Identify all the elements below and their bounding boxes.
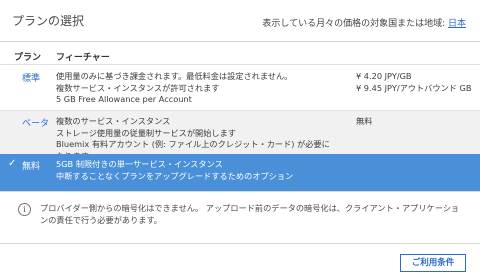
plan-name: 無料 [22,162,41,172]
page-title: プランの選択 [12,14,85,28]
price-item: ¥ 4.20 JPY/GB [356,71,412,81]
terms-button[interactable]: ご利用条件 [400,254,466,272]
plan-name: 標準 [22,74,41,84]
feature-item: 5GB 制限付きの単一サービス・インスタンス [56,159,223,169]
region-link[interactable]: 日本 [448,19,466,29]
panel-footer: ご利用条件 [0,243,480,274]
info-icon: i [18,203,31,216]
region-info: 表示している月々の価格の対象国または地域: 日本 [262,16,466,29]
plan-name: ベータ [22,119,50,129]
column-headers: プラン フィーチャー [0,42,480,66]
feature-item: 複数のサービス・インスタンス [56,116,171,126]
plan-prices: ¥ 4.20 JPY/GB ¥ 9.45 JPY/アウトバウンド GB [356,71,476,94]
panel-header: プランの選択 表示している月々の価格の対象国または地域: 日本 [0,0,480,42]
plan-selection-panel: プランの選択 表示している月々の価格の対象国または地域: 日本 プラン フィーチ… [0,0,480,274]
column-header-feature: フィーチャー [56,53,110,63]
price-item: ¥ 9.45 JPY/アウトバウンド GB [356,82,472,93]
price-item: 無料 [356,116,373,126]
plan-row-standard[interactable]: 標準 使用量のみに基づき課金されます。最低料金は設定されません。 複数サービス・… [0,64,480,110]
feature-item: 中断することなくプランをアップグレードするためのオプション [56,170,294,181]
plan-row-beta[interactable]: ベータ 複数のサービス・インスタンス ストレージ使用量の従量制サービスが開始しま… [0,110,480,161]
region-label: 表示している月々の価格の対象国または地域: [262,19,448,29]
plan-prices: 無料 [356,116,476,128]
plan-row-free[interactable]: ✓ 無料 5GB 制限付きの単一サービス・インスタンス 中断することなくプランを… [0,154,480,191]
encryption-notice: i プロバイダー側からの暗号化はできません。 アップロード前のデータの暗号化は、… [0,191,480,243]
notice-text: プロバイダー側からの暗号化はできません。 アップロード前のデータの暗号化は、クラ… [40,203,460,225]
feature-item: 複数サービス・インスタンスが許可されます [56,82,220,93]
feature-item: ストレージ使用量の従量制サービスが開始します [56,127,236,138]
feature-item: 5 GB Free Allowance per Account [56,94,192,104]
feature-item: 使用量のみに基づき課金されます。最低料金は設定されません。 [56,71,293,81]
checkmark-icon: ✓ [8,158,17,169]
plan-features: 5GB 制限付きの単一サービス・インスタンス 中断することなくプランをアップグレ… [56,159,336,182]
plan-features: 使用量のみに基づき課金されます。最低料金は設定されません。 複数サービス・インス… [56,71,336,106]
column-header-plan: プラン [14,53,42,63]
